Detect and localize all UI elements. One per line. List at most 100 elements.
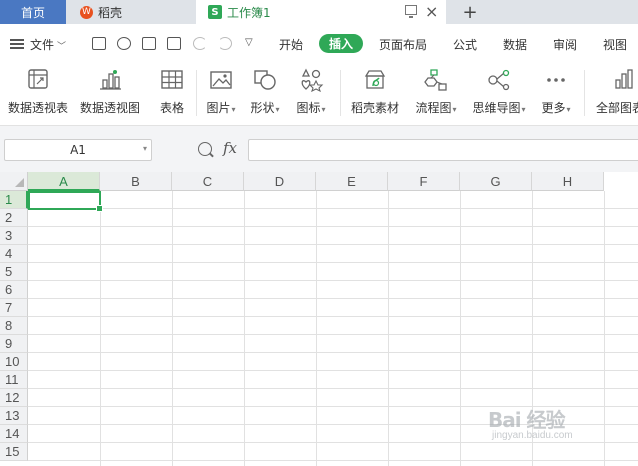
grid-horizontal-line <box>28 334 638 335</box>
row-header-1[interactable]: 1 <box>0 191 28 209</box>
flowchart-button[interactable]: 流程图▾ <box>412 62 460 126</box>
quick-access-dropdown-icon[interactable]: ▽ <box>245 37 253 48</box>
save-icon[interactable] <box>92 37 106 50</box>
column-header-a[interactable]: A <box>28 172 100 191</box>
ribbon-separator <box>196 70 197 116</box>
column-header-h[interactable]: H <box>532 172 604 191</box>
daoke-assets-label: 稻壳素材 <box>350 101 399 115</box>
file-menu[interactable]: 文件 ﹀ <box>30 36 66 53</box>
mind-map-button[interactable]: 思维导图▾ <box>470 62 528 126</box>
undo-icon[interactable] <box>193 37 207 50</box>
row-header-10[interactable]: 10 <box>0 353 28 371</box>
name-box-value: A1 <box>70 143 86 157</box>
print-icon[interactable] <box>142 37 156 50</box>
column-header-f[interactable]: F <box>388 172 460 191</box>
all-charts-button[interactable]: 全部图表 <box>592 62 638 126</box>
daoke-assets-button[interactable]: 稻壳素材 <box>348 62 402 126</box>
row-header-14[interactable]: 14 <box>0 425 28 443</box>
grid-horizontal-line <box>28 280 638 281</box>
chevron-down-icon[interactable]: ▾ <box>143 144 147 153</box>
row-header-9[interactable]: 9 <box>0 335 28 353</box>
column-header-g[interactable]: G <box>460 172 532 191</box>
menu-item-page-layout[interactable]: 页面布局 <box>379 36 427 53</box>
grid-horizontal-line <box>28 370 638 371</box>
tab-daoke[interactable]: W 稻壳 <box>66 0 196 24</box>
chevron-down-icon: ﹀ <box>57 42 67 52</box>
row-header-15[interactable]: 15 <box>0 443 28 461</box>
icons-label: 图标▾ <box>296 101 326 115</box>
menu-item-insert[interactable]: 插入 <box>319 34 363 53</box>
assets-store-icon <box>364 70 386 89</box>
name-box[interactable]: A1 ▾ <box>4 139 152 161</box>
menu-item-review[interactable]: 审阅 <box>553 36 577 53</box>
tab-home-label: 首页 <box>20 5 45 20</box>
menu-item-data[interactable]: 数据 <box>503 36 527 53</box>
more-dots-icon <box>547 78 565 82</box>
picture-button[interactable]: 图片▾ <box>202 62 240 126</box>
row-header-12[interactable]: 12 <box>0 389 28 407</box>
row-header-11[interactable]: 11 <box>0 371 28 389</box>
row-header-8[interactable]: 8 <box>0 317 28 335</box>
watermark-text: Bai 经验 <box>488 408 566 432</box>
flowchart-icon <box>424 69 447 91</box>
close-icon[interactable]: × <box>425 2 438 21</box>
baidu-jingyan-watermark: Bai 经验 jingyan.baidu.com <box>488 398 618 444</box>
daoke-logo-icon: W <box>80 5 93 19</box>
plus-icon: + <box>462 1 478 23</box>
column-header-d[interactable]: D <box>244 172 316 191</box>
file-menu-label: 文件 <box>30 38 55 52</box>
mind-map-label: 思维导图▾ <box>472 101 526 115</box>
table-label: 表格 <box>159 101 184 115</box>
mind-map-icon <box>488 69 510 91</box>
all-charts-label: 全部图表 <box>596 101 638 115</box>
row-header-7[interactable]: 7 <box>0 299 28 317</box>
formula-input[interactable] <box>248 139 638 161</box>
grid-horizontal-line <box>28 298 638 299</box>
shapes-icon <box>254 70 276 90</box>
row-header-4[interactable]: 4 <box>0 245 28 263</box>
dropdown-caret-icon: ▾ <box>231 105 236 114</box>
row-header-13[interactable]: 13 <box>0 407 28 425</box>
icons-button[interactable]: 图标▾ <box>292 62 330 126</box>
bar-chart-icon <box>615 69 633 89</box>
hamburger-icon[interactable] <box>10 39 24 49</box>
redo-icon[interactable] <box>218 37 232 50</box>
column-header-c[interactable]: C <box>172 172 244 191</box>
pivot-table-button[interactable]: 数据透视表 <box>6 62 70 126</box>
tab-bar: 首页 W 稻壳 S 工作簿1 × + <box>0 0 638 24</box>
flowchart-label: 流程图▾ <box>415 101 457 115</box>
column-header-e[interactable]: E <box>316 172 388 191</box>
grid-horizontal-line <box>28 262 638 263</box>
row-header-3[interactable]: 3 <box>0 227 28 245</box>
pivot-table-icon <box>28 69 48 89</box>
more-button[interactable]: 更多▾ <box>536 62 576 126</box>
watermark-subtext: jingyan.baidu.com <box>492 430 573 441</box>
grid-horizontal-line <box>28 244 638 245</box>
column-header-b[interactable]: B <box>100 172 172 191</box>
function-fx-icon[interactable]: fx <box>223 139 237 157</box>
menu-item-formulas[interactable]: 公式 <box>453 36 477 53</box>
row-header-6[interactable]: 6 <box>0 281 28 299</box>
table-button[interactable]: 表格 <box>155 62 189 126</box>
export-icon[interactable] <box>117 37 131 50</box>
ribbon-separator <box>340 70 341 116</box>
new-tab-button[interactable]: + <box>460 0 480 24</box>
pivot-chart-icon <box>100 70 121 90</box>
shapes-button[interactable]: 形状▾ <box>246 62 284 126</box>
active-cell-a1[interactable] <box>28 191 103 212</box>
select-all-corner[interactable] <box>0 172 28 191</box>
menu-item-view[interactable]: 视图 <box>603 36 627 53</box>
row-header-2[interactable]: 2 <box>0 209 28 227</box>
print-preview-icon[interactable] <box>167 37 181 50</box>
menu-item-home[interactable]: 开始 <box>279 36 303 53</box>
zoom-icon[interactable] <box>198 142 212 156</box>
dropdown-caret-icon: ▾ <box>321 105 326 114</box>
tab-daoke-label: 稻壳 <box>98 5 123 20</box>
pivot-chart-button[interactable]: 数据透视图 <box>78 62 142 126</box>
row-header-5[interactable]: 5 <box>0 263 28 281</box>
tab-home[interactable]: 首页 <box>0 0 66 24</box>
pivot-chart-label: 数据透视图 <box>79 101 140 115</box>
tab-workbook[interactable]: S 工作簿1 × <box>196 0 446 24</box>
grid-horizontal-line <box>28 208 638 209</box>
window-monitor-icon[interactable] <box>405 5 417 18</box>
